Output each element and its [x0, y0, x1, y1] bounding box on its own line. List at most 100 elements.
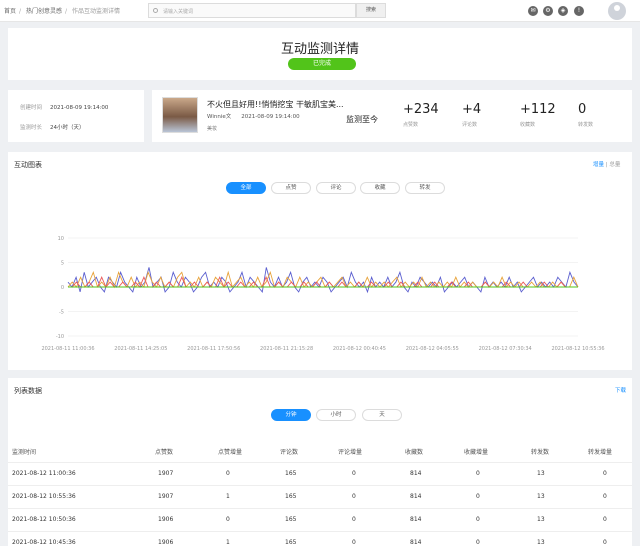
- cell-time: 2021-08-12 11:00:36: [12, 470, 76, 477]
- metric-label: 点赞数: [403, 122, 419, 128]
- breadcrumb-home[interactable]: 首页: [4, 8, 16, 15]
- cell-favorites: 814: [410, 470, 422, 477]
- cell-comments-delta: 0: [352, 493, 356, 500]
- duration-label: 监测时长: [20, 125, 43, 131]
- download-label[interactable]: 下载: [615, 388, 626, 394]
- monitor-label: 监测至今: [346, 115, 378, 124]
- post-thumbnail[interactable]: [162, 97, 198, 133]
- list-tab-hour[interactable]: 小时: [316, 409, 356, 421]
- col-header: 点赞数: [155, 449, 174, 456]
- status-badge: 已完成: [288, 58, 356, 70]
- mode-total-link[interactable]: 总量: [609, 162, 620, 168]
- table-row: 2021-08-12 10:50:36 1906 0 165 0 814 0 1…: [8, 509, 632, 532]
- breadcrumb-inspiration[interactable]: 热门创意灵感: [26, 8, 62, 15]
- x-tick-label: 2021-08-11 17:50:56: [187, 346, 240, 352]
- metric-value: +4: [462, 102, 482, 117]
- cell-favorites: 814: [410, 516, 422, 523]
- y-tick-label: 5: [61, 261, 64, 267]
- cell-likes-delta: 1: [226, 493, 230, 500]
- cell-shares-delta: 0: [603, 470, 607, 477]
- start-time-value: 2021-08-09 19:14:00: [50, 105, 109, 111]
- cell-likes: 1906: [158, 516, 174, 523]
- y-tick-label: 10: [58, 236, 64, 242]
- list-tab-day[interactable]: 天: [362, 409, 402, 421]
- cell-favorites: 814: [410, 539, 422, 546]
- cell-favorites-delta: 0: [476, 516, 480, 523]
- col-header: 转发增量: [588, 449, 613, 456]
- y-tick-label: 0: [61, 285, 64, 291]
- cell-favorites-delta: 0: [476, 470, 480, 477]
- mode-separator: |: [605, 162, 608, 168]
- interaction-chart: 10 5 0 -5 -10 2021-08-11 11:00:36 2021-08-11 1…: [41, 236, 604, 352]
- cell-likes: 1907: [158, 470, 174, 477]
- metric-value: 0: [578, 102, 587, 117]
- cell-comments-delta: 0: [352, 516, 356, 523]
- x-tick-label: 2021-08-12 04:05:55: [406, 346, 459, 352]
- chart-section-title: 互动图表: [14, 161, 42, 169]
- x-tick-label: 2021-08-11 11:00:36: [41, 346, 94, 352]
- y-tick-label: -5: [59, 310, 64, 316]
- cell-shares-delta: 0: [603, 516, 607, 523]
- breadcrumb: 首页 / 热门创意灵感 / 作品互动监测详情: [4, 6, 123, 15]
- chart-tab-shares[interactable]: 转发: [405, 182, 445, 194]
- list-section-title: 列表数据: [14, 387, 42, 395]
- cell-comments: 165: [285, 493, 297, 500]
- chart-mode-links: 增量 | 总量: [593, 160, 620, 168]
- post-meta: Winnie文 2021-08-09 19:14:00: [207, 112, 310, 120]
- cell-shares-delta: 0: [603, 493, 607, 500]
- col-header: 点赞增量: [218, 449, 243, 456]
- table-row: 2021-08-12 11:00:36 1907 0 165 0 814 0 1…: [8, 463, 632, 486]
- settings-icon[interactable]: ⚙: [543, 6, 553, 16]
- message-icon[interactable]: ✉: [528, 6, 538, 16]
- table-row: 2021-08-12 10:55:36 1907 1 165 0 814 0 1…: [8, 486, 632, 509]
- x-tick-label: 2021-08-12 10:55:36: [551, 346, 604, 352]
- cell-comments: 165: [285, 539, 297, 546]
- col-header: 转发数: [531, 449, 550, 456]
- cell-shares: 13: [537, 470, 545, 477]
- info-panel: [8, 90, 144, 142]
- breadcrumb-separator: /: [19, 8, 22, 15]
- cell-time: 2021-08-12 10:55:36: [12, 493, 76, 500]
- post-author: Winnie文: [207, 114, 232, 120]
- post-title[interactable]: 不火但且好用!!悄悄挖宝 干敏肌宝美...: [207, 99, 344, 110]
- alert-icon[interactable]: !: [574, 6, 584, 16]
- chart-tab-favorites[interactable]: 收藏: [360, 182, 400, 194]
- col-header: 评论数: [280, 449, 299, 456]
- mode-increment-link[interactable]: 增量: [593, 162, 604, 168]
- chart-tab-comments[interactable]: 评论: [316, 182, 356, 194]
- cell-comments-delta: 0: [352, 470, 356, 477]
- metric-label: 收藏数: [520, 122, 536, 128]
- list-tab-minute[interactable]: 分钟: [271, 409, 311, 421]
- metric-value: +112: [520, 102, 556, 117]
- cell-likes-delta: 1: [226, 539, 230, 546]
- duration: 监测时长 24小时（天）: [20, 123, 85, 131]
- gift-icon[interactable]: ◈: [558, 6, 568, 16]
- cell-comments: 165: [285, 470, 297, 477]
- breadcrumb-current: 作品互动监测详情: [71, 8, 120, 15]
- cell-favorites: 814: [410, 493, 422, 500]
- user-avatar[interactable]: [608, 2, 626, 20]
- cell-likes: 1906: [158, 539, 174, 546]
- cell-favorites-delta: 0: [476, 539, 480, 546]
- search-input[interactable]: 请输入关键词: [148, 3, 356, 18]
- breadcrumb-separator: /: [64, 8, 68, 15]
- search-button[interactable]: 搜索: [356, 3, 386, 18]
- start-time-label: 创建时间: [20, 105, 43, 111]
- download-link[interactable]: 下载: [615, 386, 626, 394]
- metric-value: +234: [403, 102, 439, 117]
- cell-shares: 13: [537, 539, 545, 546]
- cell-time: 2021-08-12 10:45:36: [12, 539, 76, 546]
- top-bar: 首页 / 热门创意灵感 / 作品互动监测详情 请输入关键词 搜索 ✉ ⚙ ◈ !: [0, 0, 640, 22]
- cell-favorites-delta: 0: [476, 493, 480, 500]
- page-title: 互动监测详情: [280, 42, 359, 57]
- cell-comments-delta: 0: [352, 539, 356, 546]
- metric-favorites: +112 收藏数: [520, 102, 556, 128]
- col-header: 收藏增量: [464, 449, 489, 456]
- metric-likes: +234 点赞数: [403, 102, 439, 128]
- x-tick-label: 2021-08-11 14:25:05: [114, 346, 167, 352]
- chart-tab-all[interactable]: 全部: [226, 182, 266, 194]
- table-header: 监测时间 点赞数 点赞增量 评论数 评论增量 收藏数 收藏增量 转发数 转发增量: [8, 440, 632, 463]
- chart-tab-likes[interactable]: 点赞: [271, 182, 311, 194]
- start-time: 创建时间 2021-08-09 19:14:00: [20, 103, 108, 111]
- y-tick-label: -10: [56, 334, 64, 340]
